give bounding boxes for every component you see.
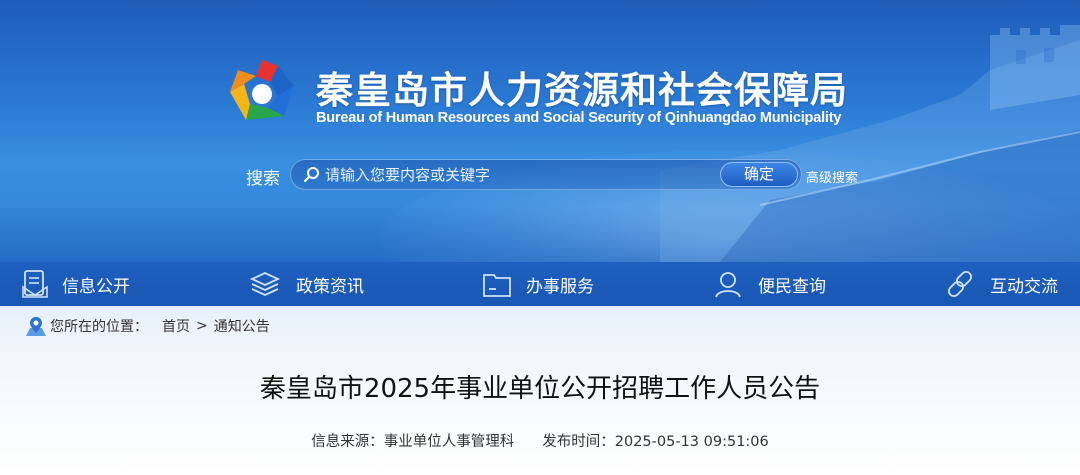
site-title: 秦皇岛市人力资源和社会保障局 (316, 69, 848, 112)
bureau-logo-icon (230, 60, 294, 120)
article-meta: 信息来源：事业单位人事管理科 发布时间：2025-05-13 09:51:06 (0, 430, 1080, 451)
nav-label: 政策资讯 (296, 276, 364, 297)
nav-label: 办事服务 (526, 276, 594, 297)
nav-item-info-disclosure[interactable]: 信息公开 (20, 262, 130, 306)
nav-item-services[interactable]: 办事服务 (480, 262, 594, 306)
search-input[interactable] (325, 163, 715, 187)
breadcrumb: 您所在的位置： 首页 > 通知公告 (24, 314, 270, 338)
source-label: 信息来源： (311, 434, 384, 450)
folder-icon (483, 274, 511, 297)
nav-item-policy-news[interactable]: 政策资讯 (246, 262, 364, 306)
document-icon (22, 270, 48, 298)
source-value: 事业单位人事管理科 (383, 434, 515, 450)
nav-item-interaction[interactable]: 互动交流 (942, 262, 1058, 306)
main-nav: 信息公开 政策资讯 办事服务 便民查询 互动交流 (0, 262, 1080, 306)
nav-label: 信息公开 (62, 276, 130, 297)
search-label: 搜索 (246, 169, 280, 189)
person-icon (715, 272, 741, 298)
header-banner: 秦皇岛市人力资源和社会保障局 Bureau of Human Resources… (0, 0, 1080, 262)
search-icon (303, 167, 319, 183)
nav-label: 互动交流 (990, 276, 1058, 297)
great-wall-illustration (660, 25, 1080, 262)
nav-label: 便民查询 (758, 276, 826, 297)
location-map-icon (26, 317, 46, 336)
publish-time-label: 发布时间： (542, 434, 615, 450)
breadcrumb-home-link[interactable]: 首页 (162, 316, 190, 336)
search-box: 确定 (290, 159, 802, 190)
article-title: 秦皇岛市2025年事业单位公开招聘工作人员公告 (259, 374, 821, 404)
breadcrumb-notice-link[interactable]: 通知公告 (214, 316, 270, 336)
publish-time-value: 2025-05-13 09:51:06 (614, 434, 769, 450)
breadcrumb-separator: > (196, 318, 208, 334)
link-icon (947, 270, 973, 298)
breadcrumb-prefix: 您所在的位置： (50, 319, 148, 335)
search-submit-button[interactable]: 确定 (720, 162, 798, 187)
site-title-english: Bureau of Human Resources and Social Sec… (316, 110, 842, 126)
layers-icon (249, 272, 281, 296)
advanced-search-link[interactable]: 高级搜索 (806, 167, 858, 186)
nav-item-public-query[interactable]: 便民查询 (710, 262, 826, 306)
